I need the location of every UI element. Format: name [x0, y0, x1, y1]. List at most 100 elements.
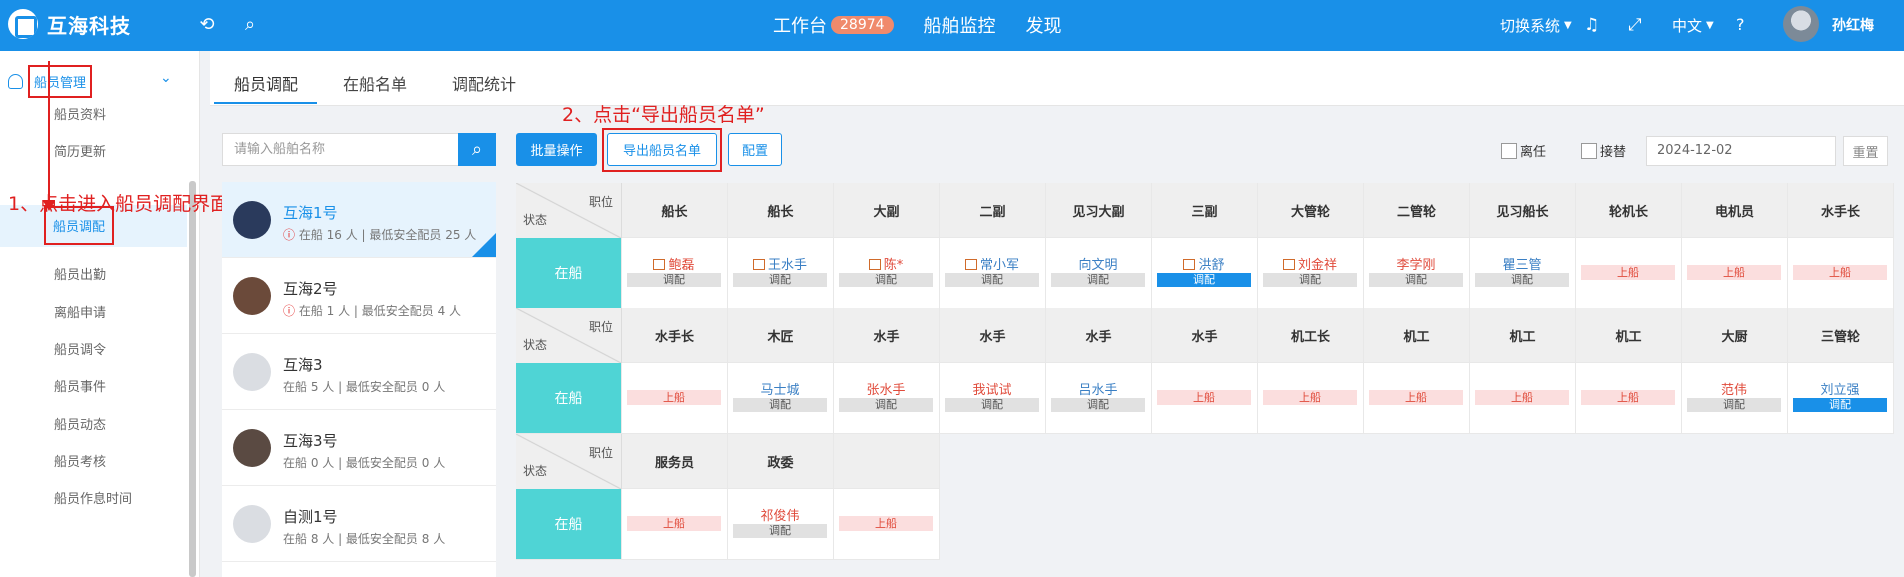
crew-name[interactable]: 我试试 — [940, 379, 1044, 398]
position-header: 三副 — [1152, 183, 1258, 238]
user-name[interactable]: 孙红梅 — [1832, 15, 1874, 35]
ship-item[interactable]: 互海1号 ⓘ 在船 16 人 | 最低安全配员 25 人 — [222, 182, 496, 258]
adjust-button[interactable]: 调配 — [945, 398, 1039, 412]
sidebar-item-attendance[interactable]: 船员出勤 — [54, 264, 106, 283]
leave-filter[interactable]: 离任 — [1501, 141, 1546, 160]
crew-name[interactable]: 李学刚 — [1364, 254, 1468, 273]
board-button[interactable]: 上船 — [1793, 265, 1887, 280]
back-icon[interactable]: ⟲ — [196, 13, 218, 35]
adjust-button[interactable]: 调配 — [1051, 273, 1145, 287]
crew-name[interactable]: 向文明 — [1046, 254, 1150, 273]
adjust-button[interactable]: 调配 — [945, 273, 1039, 287]
crew-name[interactable]: 瞿三管 — [1470, 254, 1574, 273]
sidebar-scrollbar[interactable] — [189, 181, 196, 577]
crew-name[interactable]: 马士城 — [728, 379, 832, 398]
board-button[interactable]: 上船 — [1157, 390, 1251, 405]
ship-search-input[interactable]: 请输入船舶名称 — [222, 133, 460, 166]
board-button[interactable]: 上船 — [1475, 390, 1569, 405]
search-icon[interactable]: ⌕ — [239, 13, 261, 35]
handover-filter[interactable]: 接替 — [1581, 141, 1626, 160]
board-button[interactable]: 上船 — [1581, 390, 1675, 405]
crew-name[interactable]: 刘立强 — [1788, 379, 1892, 398]
adjust-button[interactable]: 调配 — [1793, 398, 1887, 412]
crew-name[interactable]: 范伟 — [1682, 379, 1786, 398]
help-icon[interactable]: ? — [1736, 15, 1745, 34]
sidebar-item-leave[interactable]: 离船申请 — [54, 302, 106, 321]
tab-allocation-stats[interactable]: 调配统计 — [452, 71, 516, 95]
ship-name: 互海3号 — [283, 432, 338, 450]
sidebar-item-crew-info[interactable]: 船员资料 — [54, 104, 106, 123]
adjust-button[interactable]: 调配 — [839, 398, 933, 412]
ship-avatar — [233, 353, 271, 391]
bell-icon[interactable]: ♫ — [1584, 15, 1599, 35]
language-menu[interactable]: 中文 ▼ — [1672, 15, 1714, 36]
crew-name[interactable]: 常小军 — [940, 254, 1044, 273]
adjust-button[interactable]: 调配 — [733, 273, 827, 287]
ship-item[interactable]: 自测1号 在船 8 人 | 最低安全配员 8 人 — [222, 486, 496, 562]
nav-discover[interactable]: 发现 — [1026, 12, 1062, 38]
batch-operation-button[interactable]: 批量操作 — [516, 133, 597, 166]
sidebar-item-dynamics[interactable]: 船员动态 — [54, 414, 106, 433]
adjust-button[interactable]: 调配 — [1369, 273, 1463, 287]
ship-item[interactable]: 互海3号 在船 0 人 | 最低安全配员 0 人 — [222, 410, 496, 486]
board-button[interactable]: 上船 — [1369, 390, 1463, 405]
crew-name[interactable]: 刘金祥 — [1258, 254, 1362, 273]
leave-checkbox[interactable] — [1501, 142, 1517, 159]
crew-cell: 上船 — [834, 489, 940, 560]
crew-name[interactable]: 王水手 — [728, 254, 832, 273]
crew-cell: 祁俊伟 调配 — [728, 489, 834, 560]
crew-name[interactable]: 洪舒 — [1152, 254, 1256, 273]
certificate-icon — [752, 259, 765, 270]
active-tab-indicator — [214, 102, 317, 104]
sidebar-item-resume[interactable]: 简历更新 — [54, 141, 106, 160]
date-input[interactable]: 2024-12-02 — [1646, 136, 1836, 166]
switch-system-menu[interactable]: 切换系统 ▼ — [1500, 15, 1572, 36]
logo[interactable]: 互海科技 — [8, 9, 131, 39]
caret-down-icon: ▼ — [1564, 20, 1572, 31]
adjust-button[interactable]: 调配 — [1475, 273, 1569, 287]
certificate-icon — [653, 259, 666, 270]
ship-item[interactable]: 互海2号 ⓘ 在船 1 人 | 最低安全配员 4 人 — [222, 258, 496, 334]
adjust-button[interactable]: 调配 — [1687, 398, 1781, 412]
fullscreen-icon[interactable]: ⤢ — [1628, 15, 1642, 35]
board-button[interactable]: 上船 — [627, 516, 721, 531]
crew-name[interactable]: 鲍磊 — [622, 254, 726, 273]
nav-ship-monitor[interactable]: 船舶监控 — [924, 12, 996, 38]
crew-name[interactable]: 吕水手 — [1046, 379, 1150, 398]
board-button[interactable]: 上船 — [1687, 265, 1781, 280]
sidebar-item-assessment[interactable]: 船员考核 — [54, 451, 106, 470]
sidebar-item-orders[interactable]: 船员调令 — [54, 339, 106, 358]
adjust-button[interactable]: 调配 — [1263, 273, 1357, 287]
config-button[interactable]: 配置 — [728, 133, 782, 166]
crew-cell: 上船 — [622, 363, 728, 434]
board-button[interactable]: 上船 — [1581, 265, 1675, 280]
crew-name[interactable]: 张水手 — [834, 379, 938, 398]
ship-item[interactable]: 互海3 在船 5 人 | 最低安全配员 0 人 — [222, 334, 496, 410]
handover-checkbox[interactable] — [1581, 142, 1597, 159]
ship-avatar — [233, 277, 271, 315]
reset-button[interactable]: 重置 — [1843, 136, 1888, 166]
crew-name-text: 瞿三管 — [1502, 258, 1542, 273]
board-button[interactable]: 上船 — [627, 390, 721, 405]
adjust-button[interactable]: 调配 — [1051, 398, 1145, 412]
onboard-status: 在船 — [516, 238, 622, 309]
adjust-button[interactable]: 调配 — [733, 398, 827, 412]
crew-name-text: 向文明 — [1078, 258, 1118, 273]
board-button[interactable]: 上船 — [1263, 390, 1357, 405]
adjust-button[interactable]: 调配 — [1157, 273, 1251, 287]
corner-status-label: 状态 — [523, 213, 548, 227]
tab-onboard-list[interactable]: 在船名单 — [343, 71, 407, 95]
nav-workbench[interactable]: 工作台 28974 — [773, 12, 894, 38]
adjust-button[interactable]: 调配 — [733, 524, 827, 538]
sidebar-group-crew[interactable]: 船员管理 ⌄ — [0, 62, 185, 100]
crew-name[interactable]: 祁俊伟 — [728, 505, 832, 524]
tab-crew-allocation[interactable]: 船员调配 — [234, 71, 298, 95]
sidebar-item-rest-hours[interactable]: 船员作息时间 — [54, 488, 132, 507]
search-button[interactable]: ⌕ — [458, 133, 496, 166]
adjust-button[interactable]: 调配 — [839, 273, 933, 287]
adjust-button[interactable]: 调配 — [627, 273, 721, 287]
sidebar-item-events[interactable]: 船员事件 — [54, 376, 106, 395]
board-button[interactable]: 上船 — [839, 516, 933, 531]
user-avatar[interactable] — [1783, 6, 1819, 42]
crew-name[interactable]: 陈* — [834, 254, 938, 273]
